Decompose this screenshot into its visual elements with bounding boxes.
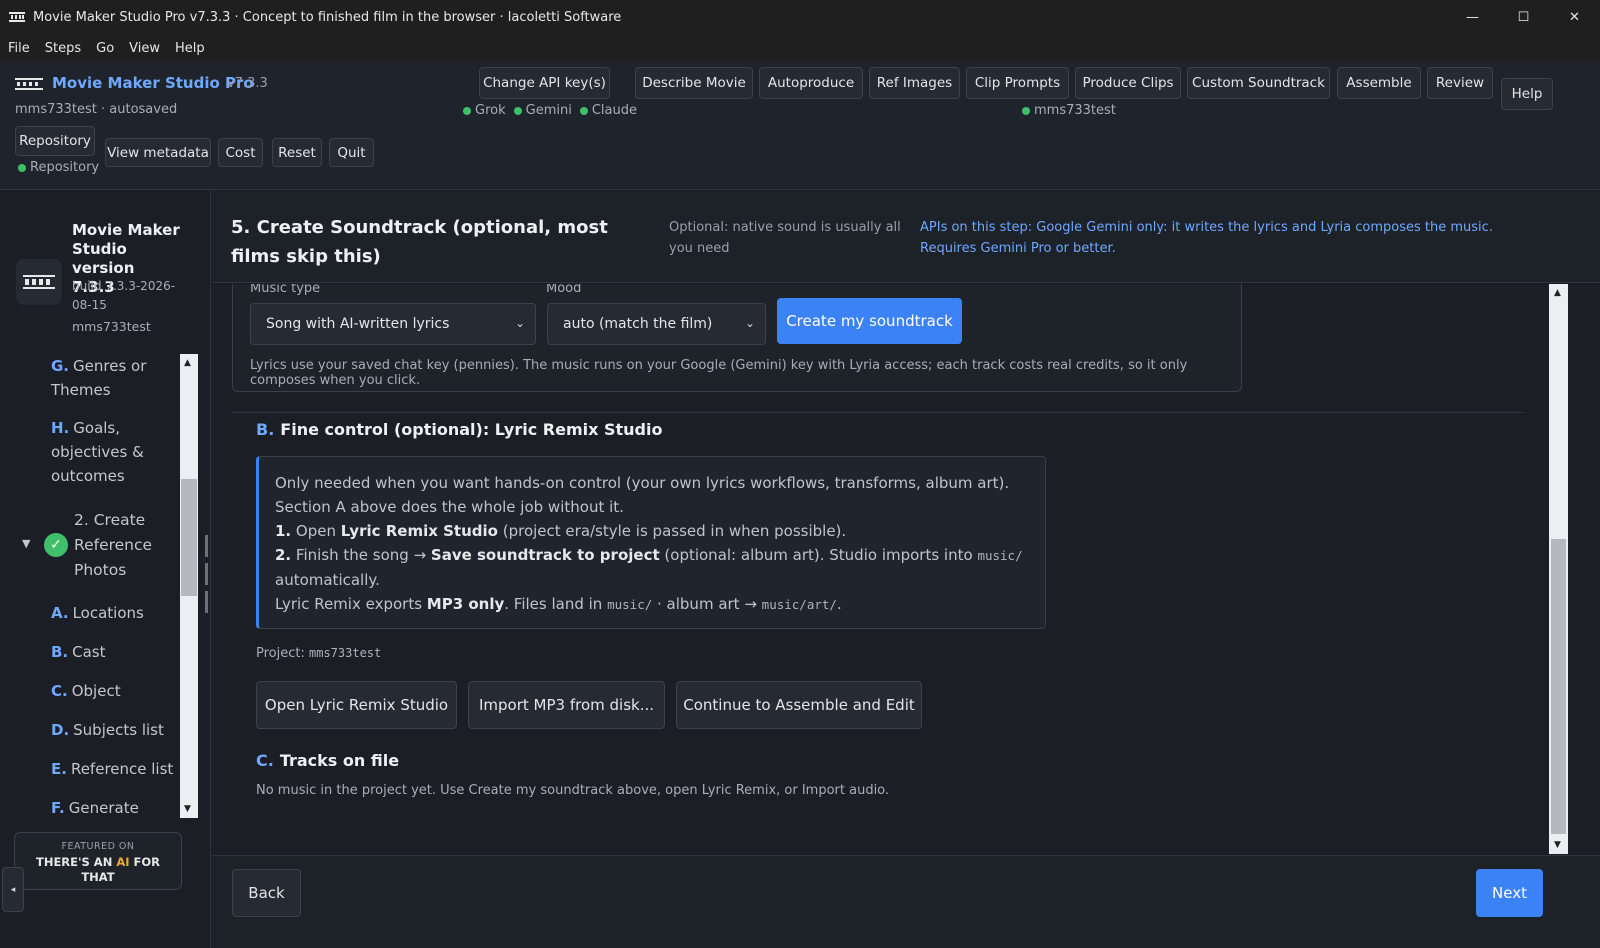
sidebar-item-reference-list[interactable]: E. Reference list	[51, 757, 176, 781]
sidebar-logo	[16, 259, 62, 305]
sidebar-item-goals[interactable]: H. Goals, objectives & outcomes	[51, 416, 176, 488]
menu-file[interactable]: File	[8, 41, 30, 56]
menu-go[interactable]: Go	[96, 41, 114, 56]
status-dot-icon	[513, 106, 522, 115]
back-button[interactable]: Back	[232, 869, 301, 917]
mood-label: Mood	[546, 284, 582, 296]
step-describe-movie-button[interactable]: Describe Movie	[635, 67, 753, 99]
music-type-select[interactable]: Song with AI-written lyrics ⌄	[250, 303, 536, 345]
film-logo-icon	[9, 11, 25, 23]
expand-triangle-icon[interactable]: ▼	[22, 537, 30, 550]
step-project-status: mms733test	[1022, 103, 1116, 118]
sidebar-user: mms733test	[72, 319, 151, 334]
step-autoproduce-button[interactable]: Autoproduce	[759, 67, 863, 99]
import-mp3-button[interactable]: Import MP3 from disk...	[468, 681, 665, 729]
check-circle-icon: ✓	[44, 533, 68, 557]
menu-view[interactable]: View	[129, 41, 160, 56]
scroll-down-icon[interactable]: ▼	[1554, 840, 1561, 850]
quit-button[interactable]: Quit	[329, 138, 374, 167]
project-status: mms733test · autosaved	[15, 102, 178, 117]
brand-name: Movie Maker Studio Pro	[52, 74, 254, 92]
featured-badge[interactable]: FEATURED ON THERE'S AN AI FOR THAT	[14, 832, 182, 890]
sidebar-item-cast[interactable]: B. Cast	[51, 640, 176, 664]
reset-button[interactable]: Reset	[272, 138, 322, 167]
film-logo-icon	[15, 78, 43, 90]
content-scrollbar[interactable]: ▲ ▼	[1549, 284, 1568, 854]
section-c-heading: C. Tracks on file	[256, 751, 400, 770]
api-status: Grok Gemini Claude	[463, 103, 637, 118]
menu-steps[interactable]: Steps	[45, 41, 81, 56]
status-dot-icon	[18, 163, 26, 172]
menu-bar: File Steps Go View Help	[0, 34, 1600, 62]
project-line: Project: mms733test	[256, 646, 382, 661]
section-divider	[232, 412, 1524, 413]
status-dot-icon	[1022, 106, 1030, 115]
sidebar-item-locations[interactable]: A. Locations	[51, 601, 176, 625]
sidebar-build: build 7.3.3-2026-08-15	[72, 279, 176, 312]
title-bar: Movie Maker Studio Pro v7.3.3 · Concept …	[0, 0, 1600, 34]
sidebar-item-create-reference-photos[interactable]: 2. Create Reference Photos	[74, 508, 174, 583]
step-footer: Back Next	[212, 855, 1600, 948]
step-content: Music type Song with AI-written lyrics ⌄…	[212, 284, 1549, 854]
view-metadata-button[interactable]: View metadata	[105, 138, 211, 167]
step-ref-images-button[interactable]: Ref Images	[869, 67, 960, 99]
cost-button[interactable]: Cost	[218, 138, 263, 167]
step-clip-prompts-button[interactable]: Clip Prompts	[966, 67, 1069, 99]
step-review-button[interactable]: Review	[1427, 67, 1493, 99]
status-dot-icon	[579, 106, 588, 115]
step-title: 5. Create Soundtrack (optional, most fil…	[231, 217, 608, 267]
menu-help[interactable]: Help	[175, 41, 205, 56]
scroll-up-icon[interactable]: ▲	[184, 358, 191, 368]
create-soundtrack-button[interactable]: Create my soundtrack	[777, 298, 962, 344]
window-title: Movie Maker Studio Pro v7.3.3 · Concept …	[33, 9, 622, 25]
featured-text: THERE'S AN AI FOR THAT	[35, 855, 161, 884]
sidebar-scrollbar[interactable]: ▲ ▼	[180, 354, 198, 818]
change-api-keys-button[interactable]: Change API key(s)	[479, 67, 610, 99]
collapse-sidebar-button[interactable]: ◂	[2, 867, 24, 912]
collapse-left-icon: ◂	[10, 884, 16, 895]
film-logo-icon	[23, 275, 55, 289]
maximize-icon[interactable]: ☐	[1498, 0, 1549, 34]
step-produce-clips-button[interactable]: Produce Clips	[1075, 67, 1181, 99]
sidebar-item-generate[interactable]: F. Generate	[51, 796, 176, 818]
sidebar-scroll-thumb[interactable]	[181, 479, 197, 596]
scroll-down-icon[interactable]: ▼	[184, 804, 191, 814]
sidebar-step-list: G. Genres or Themes H. Goals, objectives &…	[0, 354, 180, 818]
tracks-empty-note: No music in the project yet. Use Create …	[256, 783, 890, 798]
step-assemble-button[interactable]: Assemble	[1337, 67, 1421, 99]
section-b-heading: B. Fine control (optional): Lyric Remix S…	[256, 420, 663, 439]
splitter-grip-icon[interactable]	[205, 535, 208, 615]
close-icon[interactable]: ✕	[1549, 0, 1600, 34]
music-type-label: Music type	[250, 284, 321, 296]
help-button[interactable]: Help	[1501, 78, 1553, 110]
featured-label: FEATURED ON	[61, 841, 135, 852]
sidebar-item-genres[interactable]: G. Genres or Themes	[51, 354, 176, 402]
brand-version: v7.3.3	[227, 76, 268, 91]
next-button[interactable]: Next	[1476, 869, 1543, 917]
repository-button[interactable]: Repository	[15, 126, 95, 156]
chevron-down-icon: ⌄	[744, 316, 755, 330]
scroll-up-icon[interactable]: ▲	[1554, 288, 1561, 298]
status-dot-icon	[463, 106, 471, 115]
app-toolbar: Movie Maker Studio Pro v7.3.3 mms733test…	[0, 62, 1600, 190]
step-header: 5. Create Soundtrack (optional, most fil…	[212, 191, 1600, 283]
minimize-icon[interactable]: —	[1447, 0, 1498, 34]
mood-select[interactable]: auto (match the film) ⌄	[547, 303, 766, 345]
sidebar-item-subjects-list[interactable]: D. Subjects list	[51, 718, 176, 742]
repository-status: Repository	[18, 160, 99, 175]
continue-to-assemble-button[interactable]: Continue to Assemble and Edit	[676, 681, 922, 729]
chevron-down-icon: ⌄	[514, 316, 525, 330]
content-scroll-thumb[interactable]	[1551, 539, 1566, 834]
step-api-note: APIs on this step: Google Gemini only: i…	[920, 220, 1493, 256]
open-lyric-remix-button[interactable]: Open Lyric Remix Studio	[256, 681, 457, 729]
step-hint: Optional: native sound is usually all yo…	[669, 220, 901, 256]
step-custom-soundtrack-button[interactable]: Custom Soundtrack	[1187, 67, 1330, 99]
sidebar-item-object[interactable]: C. Object	[51, 679, 176, 703]
lyric-remix-info: Only needed when you want hands-on contr…	[256, 456, 1046, 629]
section-a-note: Lyrics use your saved chat key (pennies)…	[250, 358, 1188, 388]
